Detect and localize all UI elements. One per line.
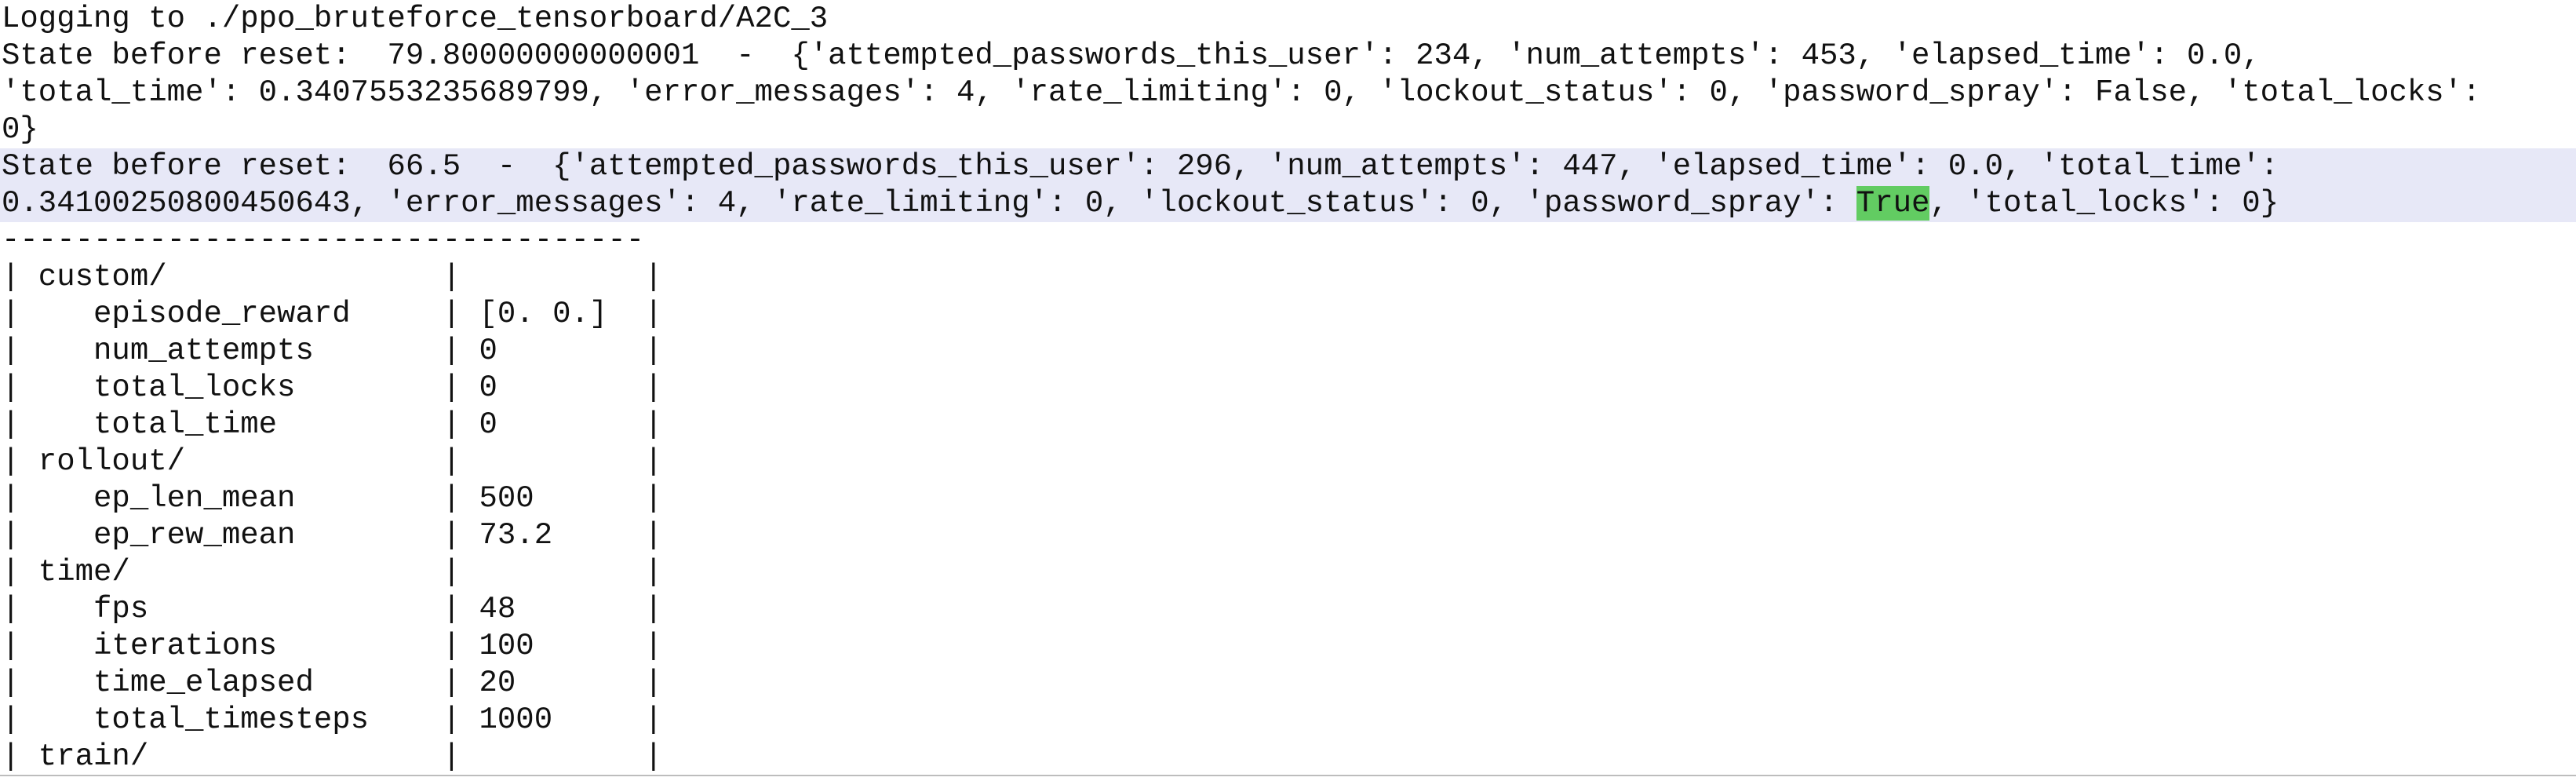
table-row: | iterations | 100 | xyxy=(2,629,663,663)
table-row: | custom/ | | xyxy=(2,260,663,294)
table-row: | total_locks | 0 | xyxy=(2,370,663,405)
search-match: True xyxy=(1856,186,1930,221)
state-text: , 'total_locks': 0} xyxy=(1929,186,2279,221)
state-text: 0.34100250800450643, 'error_messages': 4… xyxy=(2,186,1856,221)
state-line: State before reset: 79.80000000000001 - … xyxy=(2,38,2261,73)
table-row: | time_elapsed | 20 | xyxy=(2,666,663,700)
table-row: | rollout/ | | xyxy=(2,444,663,479)
console-output: Logging to ./ppo_bruteforce_tensorboard/… xyxy=(0,0,2576,781)
table-row: | fps | 48 | xyxy=(2,592,663,626)
highlighted-state-line: State before reset: 66.5 - {'attempted_p… xyxy=(0,148,2576,185)
metrics-table: | custom/ | | | episode_reward | [0. 0.]… xyxy=(0,259,2576,776)
table-row: | episode_reward | [0. 0.] | xyxy=(2,297,663,331)
table-row: | train/ | | xyxy=(2,739,663,774)
table-row: | ep_rew_mean | 73.2 | xyxy=(2,518,663,553)
table-row: | total_timesteps | 1000 | xyxy=(2,703,663,737)
logging-line: Logging to ./ppo_bruteforce_tensorboard/… xyxy=(2,2,829,36)
table-row: | total_time | 0 | xyxy=(2,407,663,442)
state-line: 'total_time': 0.3407553235689799, 'error… xyxy=(2,75,2481,110)
highlighted-state-line: 0.34100250800450643, 'error_messages': 4… xyxy=(0,185,2576,222)
table-row: | time/ | | xyxy=(2,555,663,589)
bottom-divider xyxy=(0,775,2576,776)
table-divider: ----------------------------------- xyxy=(2,223,645,257)
table-row: | ep_len_mean | 500 | xyxy=(2,481,663,516)
table-row: | num_attempts | 0 | xyxy=(2,334,663,368)
state-line: 0} xyxy=(2,112,38,147)
